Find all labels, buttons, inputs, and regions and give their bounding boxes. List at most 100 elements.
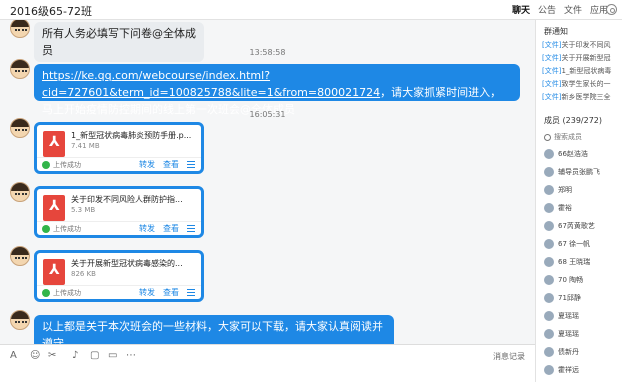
title-bar: 2016级65-72班 聊天 公告 文件 应用 [0, 0, 622, 20]
notice-item[interactable]: [文件]关于印发不同风 [542, 40, 622, 50]
member-item[interactable]: 郑明 [544, 182, 620, 198]
timestamp: 16:05:31 [249, 110, 286, 119]
avatar[interactable] [10, 118, 30, 138]
avatar [544, 167, 554, 177]
history-button[interactable]: 消息记录 [493, 351, 525, 362]
avatar[interactable] [10, 20, 30, 38]
avatar [544, 329, 554, 339]
notice-item[interactable]: [文件]新乡医学院三全 [542, 92, 622, 102]
qq-group-chat-window: 2016级65-72班 聊天 公告 文件 应用 所有人务必填写下问卷@全体成员 … [0, 0, 622, 382]
file-icon[interactable]: ▭ [108, 350, 117, 361]
member-item[interactable]: 66赵浩浩 [544, 146, 620, 162]
member-item[interactable]: 67芮黄歌艺 [544, 218, 620, 234]
upload-status: 上传成功 [42, 224, 81, 234]
member-item[interactable]: 霍祥远 [544, 362, 620, 378]
upload-status: 上传成功 [42, 288, 81, 298]
screenshot-icon[interactable]: ✂ [48, 350, 56, 361]
voice-icon[interactable]: ♪ [72, 350, 78, 361]
notice-item[interactable]: [文件]1_新型冠状病毒 [542, 66, 622, 76]
notice-item[interactable]: [文件]关于开展新型冠 [542, 53, 622, 63]
file-size: 7.41 MB [71, 142, 100, 150]
member-item[interactable]: 夏瑶瑶 [544, 308, 620, 324]
timestamp: 13:58:58 [249, 48, 286, 57]
font-icon[interactable]: A [10, 350, 17, 361]
check-circle-icon [42, 225, 50, 233]
group-sidebar: 群通知 [文件]关于印发不同风 [文件]关于开展新型冠 [文件]1_新型冠状病毒… [535, 20, 622, 382]
member-item[interactable]: 67 徐一帆 [544, 236, 620, 252]
upload-status-text: 上传成功 [53, 289, 81, 297]
avatar [544, 311, 554, 321]
input-toolbar: A ☺ ✂ ♪ ▢ ▭ ⋯ 消息记录 [0, 344, 535, 382]
avatar[interactable] [10, 182, 30, 202]
file-size: 5.3 MB [71, 206, 96, 214]
avatar [544, 149, 554, 159]
avatar [544, 203, 554, 213]
pdf-icon [43, 259, 65, 285]
file-actions: 转发 查看 [139, 223, 195, 234]
avatar [544, 221, 554, 231]
member-item[interactable]: 霍裕 [544, 200, 620, 216]
check-circle-icon [42, 289, 50, 297]
message-bubble: https://ke.qq.com/webcourse/index.html?c… [34, 64, 520, 116]
forward-button[interactable]: 转发 [139, 287, 155, 298]
avatar [544, 293, 554, 303]
image-icon[interactable]: ▢ [90, 350, 99, 361]
member-item[interactable]: 夏瑶瑶 [544, 326, 620, 342]
avatar [544, 347, 554, 357]
member-item[interactable]: 71邱静 [544, 290, 620, 306]
file-card[interactable]: 关于印发不同风险人群防护指... 5.3 MB 上传成功 转发 查看 [34, 186, 204, 238]
avatar [544, 239, 554, 249]
notice-title: 群通知 [544, 27, 568, 36]
emoji-icon[interactable]: ☺ [30, 350, 40, 361]
menu-icon[interactable] [187, 161, 195, 168]
avatar [544, 275, 554, 285]
search-icon [544, 133, 551, 141]
settings-icon[interactable] [606, 4, 617, 15]
tab-announcement[interactable]: 公告 [538, 3, 556, 16]
member-item[interactable]: 70 陶畅 [544, 272, 620, 288]
file-card[interactable]: 1_新型冠状病毒肺炎预防手册.p... 7.41 MB 上传成功 转发 查看 [34, 122, 204, 174]
course-link[interactable]: https://ke.qq.com/webcourse/index.html?c… [42, 69, 380, 99]
file-name: 1_新型冠状病毒肺炎预防手册.p... [71, 131, 192, 140]
check-circle-icon [42, 161, 50, 169]
avatar [544, 185, 554, 195]
file-size: 826 KB [71, 270, 96, 278]
member-search[interactable]: 搜索成员 [544, 132, 582, 142]
tab-bar: 聊天 公告 文件 应用 [512, 3, 608, 16]
file-actions: 转发 查看 [139, 159, 195, 170]
avatar [544, 365, 554, 375]
upload-status: 上传成功 [42, 160, 81, 170]
forward-button[interactable]: 转发 [139, 223, 155, 234]
menu-icon[interactable] [187, 289, 195, 296]
forward-button[interactable]: 转发 [139, 159, 155, 170]
avatar[interactable] [10, 310, 30, 330]
tab-files[interactable]: 文件 [564, 3, 582, 16]
upload-status-text: 上传成功 [53, 161, 81, 169]
pdf-icon [43, 131, 65, 157]
member-item[interactable]: 辅导员张鹏飞 [544, 164, 620, 180]
view-button[interactable]: 查看 [163, 223, 179, 234]
menu-icon[interactable] [187, 225, 195, 232]
members-title: 成员 (239/272) [544, 116, 603, 125]
member-item[interactable]: 债新丹 [544, 344, 620, 360]
divider [37, 157, 201, 158]
file-card[interactable]: 关于开展新型冠状病毒感染的... 826 KB 上传成功 转发 查看 [34, 250, 204, 302]
view-button[interactable]: 查看 [163, 159, 179, 170]
file-name: 关于开展新型冠状病毒感染的... [71, 259, 183, 268]
view-button[interactable]: 查看 [163, 287, 179, 298]
pdf-icon [43, 195, 65, 221]
more-icon[interactable]: ⋯ [126, 350, 136, 361]
file-name: 关于印发不同风险人群防护指... [71, 195, 183, 204]
avatar[interactable] [10, 246, 30, 266]
upload-status-text: 上传成功 [53, 225, 81, 233]
divider [37, 221, 201, 222]
message-bubble: 以上都是关于本次班会的一些材料，大家可以下载，请大家认真阅读并遵守 [34, 315, 394, 344]
tab-chat[interactable]: 聊天 [512, 3, 530, 16]
avatar [544, 257, 554, 267]
divider [37, 285, 201, 286]
group-title: 2016级65-72班 [10, 5, 92, 18]
avatar[interactable] [10, 59, 30, 79]
message-area[interactable]: 所有人务必填写下问卷@全体成员 13:58:58 https://ke.qq.c… [0, 20, 535, 344]
member-item[interactable]: 68 王晓瑞 [544, 254, 620, 270]
notice-item[interactable]: [文件]致学生家长的一 [542, 79, 622, 89]
